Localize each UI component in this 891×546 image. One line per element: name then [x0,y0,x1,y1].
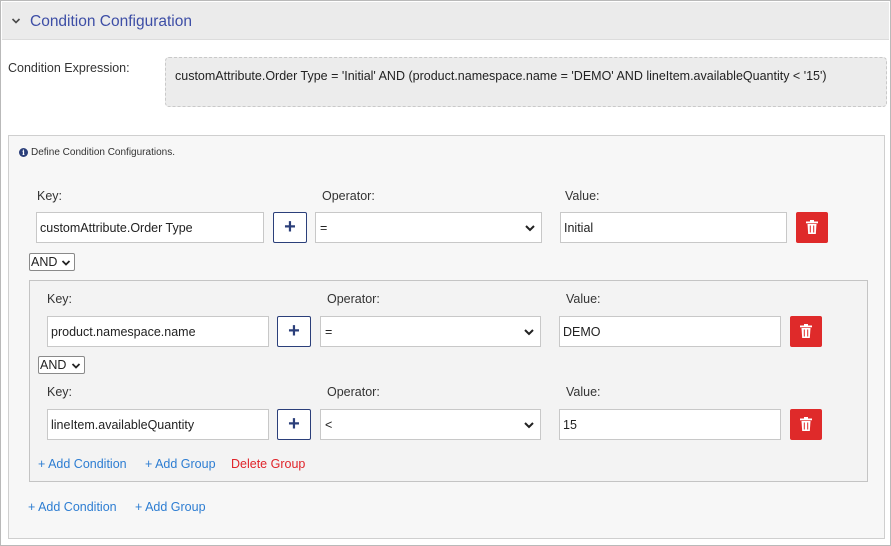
value-label: Value: [566,292,601,306]
delete-group-link[interactable]: Delete Group [231,457,305,471]
key-input[interactable]: lineItem.availableQuantity [47,409,269,440]
section-header[interactable]: Condition Configuration [2,2,889,40]
key-label: Key: [47,385,73,399]
key-input[interactable]: product.namespace.name [47,316,269,347]
trash-icon [800,324,812,338]
operator-select[interactable]: = [315,212,542,243]
chevron-down-icon [61,257,71,267]
chevron-down-icon [523,326,535,338]
group-add-group-link[interactable]: + Add Group [145,457,216,471]
operator-selected: = [325,325,333,339]
group-add-condition-link[interactable]: + Add Condition [38,457,127,471]
chevron-down-icon [71,360,81,370]
chevron-down-icon [524,222,536,234]
info-text: Define Condition Configurations. [31,147,175,158]
trash-icon [806,220,818,234]
condition-expression-value: customAttribute.Order Type = 'Initial' A… [165,57,887,107]
add-key-button[interactable]: + [277,316,311,347]
add-key-button[interactable]: + [277,409,311,440]
value-label: Value: [565,189,600,203]
operator-label: Operator: [327,292,380,306]
value-input[interactable]: 15 [559,409,781,440]
chevron-down-icon[interactable] [10,14,22,26]
chevron-down-icon [523,419,535,431]
info-icon: i [19,148,28,157]
key-label: Key: [37,189,63,203]
operator-selected: < [325,418,333,432]
value-input[interactable]: DEMO [559,316,781,347]
condition-expression-label: Condition Expression: [8,61,130,75]
operator-label: Operator: [327,385,380,399]
section-title: Condition Configuration [30,13,192,30]
condition-group [29,280,868,482]
condition-configuration-panel: Condition Configuration Condition Expres… [0,0,891,546]
define-conditions-info: i Define Condition Configurations. [19,147,175,158]
root-logic-selected: AND [31,255,58,269]
delete-condition-button[interactable] [790,316,822,347]
trash-icon [800,417,812,431]
add-group-link[interactable]: + Add Group [135,500,206,514]
group-logic-select[interactable]: AND [38,356,85,374]
delete-condition-button[interactable] [796,212,828,243]
value-label: Value: [566,385,601,399]
add-key-button[interactable]: + [273,212,307,243]
value-input[interactable]: Initial [560,212,787,243]
operator-select[interactable]: < [320,409,541,440]
add-condition-link[interactable]: + Add Condition [28,500,117,514]
operator-selected: = [320,221,328,235]
root-logic-select[interactable]: AND [29,253,75,271]
key-label: Key: [47,292,73,306]
delete-condition-button[interactable] [790,409,822,440]
operator-label: Operator: [322,189,375,203]
group-logic-selected: AND [40,358,67,372]
operator-select[interactable]: = [320,316,541,347]
key-input[interactable]: customAttribute.Order Type [36,212,264,243]
